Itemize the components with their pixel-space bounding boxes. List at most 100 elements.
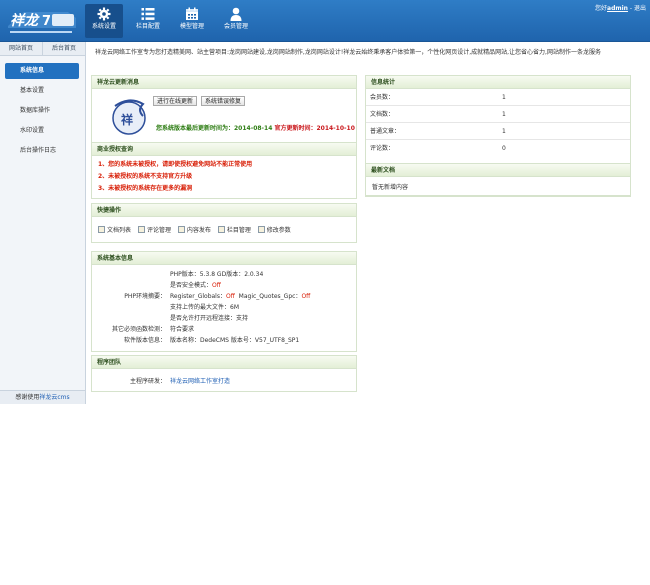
footer-link[interactable]: 祥龙云cms (39, 394, 69, 401)
stats-value: 1 (502, 94, 506, 101)
auth-warning-1: 1、您的系统未被授权，请即使授权避免网站不能正常使用 (98, 161, 253, 168)
quick-comment-manage[interactable]: 评论管理 (137, 225, 171, 234)
sidebar-item-database[interactable]: 数据库操作 (5, 103, 79, 119)
comment-icon (137, 226, 145, 233)
stats-row-articles: 普通文章： 1 (366, 123, 630, 140)
quick-ops-panel: 快捷操作 文档列表 评论管理 内容发布 栏目管理 修改参数 (91, 203, 357, 243)
nav-member-manage[interactable]: 会员管理 (217, 4, 255, 38)
auth-panel: 商业授权查询 1、您的系统未被授权，请即使授权避免网站不能正常使用 2、未被授权… (91, 142, 357, 199)
sidebar-item-admin-log[interactable]: 后台操作日志 (5, 143, 79, 159)
magic-label: Magic_Quotes_Gpc： (238, 293, 302, 300)
user-greeting: 您好admin - 退出 (595, 3, 646, 12)
settings-icon (257, 226, 265, 233)
tab-admin-home[interactable]: 后台首页 (43, 42, 85, 55)
folder-icon (217, 226, 225, 233)
quick-params[interactable]: 修改参数 (257, 225, 291, 234)
sidebar-item-basic-settings[interactable]: 基本设置 (5, 83, 79, 99)
quick-content-publish[interactable]: 内容发布 (177, 225, 211, 234)
nav-model-manage[interactable]: 模型管理 (173, 4, 211, 38)
user-icon (230, 7, 242, 21)
nav-column-config[interactable]: 栏目配置 (129, 4, 167, 38)
greeting-prefix: 您好 (595, 5, 608, 12)
stats-label: 普通文章： (370, 128, 401, 135)
gear-icon (97, 7, 111, 21)
quick-label: 内容发布 (186, 227, 211, 234)
env-label: PHP环境摘要： (124, 293, 166, 300)
env-row: Register_Globals：Off Magic_Quotes_Gpc：Of… (170, 291, 356, 302)
stats-row-members: 会员数： 1 (366, 89, 630, 106)
remote-connect: 是否允许打开远程连接：支持 (170, 315, 249, 322)
stats-value: 1 (502, 128, 506, 135)
username-link[interactable]: admin (607, 5, 628, 12)
document-icon (98, 226, 105, 233)
stats-row-docs: 文档数： 1 (366, 106, 630, 123)
quick-column-manage[interactable]: 栏目管理 (217, 225, 251, 234)
software-label: 软件版本信息： (123, 337, 166, 344)
update-buttons: 进行在线更新 系统错误修复 (153, 96, 247, 106)
svg-text:祥龙: 祥龙 (10, 12, 40, 29)
online-update-button[interactable]: 进行在线更新 (153, 96, 198, 106)
dev-label: 主程序研发： (129, 378, 166, 385)
site-logo[interactable]: 祥龙 7 (4, 4, 82, 38)
repair-button[interactable]: 系统错误修复 (200, 96, 245, 106)
latest-docs-panel: 最新文档 暂无新增内容 (365, 163, 631, 196)
safe-mode-value: Off (212, 282, 221, 289)
dragon-logo-icon: 祥 (112, 99, 146, 135)
version-info: 您系统版本最后更新时间为：2014-08-14 官方更新时间：2014-10-1… (156, 123, 355, 132)
list-icon (141, 8, 155, 20)
quick-label: 栏目管理 (226, 227, 251, 234)
calendar-icon (186, 7, 198, 20)
php-version: PHP版本：5.3.8 GD版本：2.0.34 (170, 271, 264, 278)
update-panel-title: 祥龙云更新消息 (92, 76, 356, 89)
sidebar-footer: 感谢使用祥龙云cms (0, 390, 85, 404)
sidebar-item-watermark[interactable]: 水印设置 (5, 123, 79, 139)
svg-text:祥: 祥 (121, 112, 133, 127)
quick-label: 修改参数 (266, 227, 291, 234)
stats-label: 评论数： (370, 145, 395, 152)
main-content: 祥龙云网络工作室专为您打造精美网、站主营项目:龙岗网站建设,龙岗网站制作,龙岗网… (86, 42, 650, 404)
latest-docs-title: 最新文档 (366, 164, 630, 177)
auth-warning-2: 2、未被授权的系统不支持官方升级 (98, 173, 193, 180)
edit-icon (177, 226, 185, 233)
svg-text:7: 7 (42, 14, 51, 29)
auth-warning-3: 3、未被授权的系统存在更多的漏洞 (98, 185, 193, 192)
dev-value[interactable]: 祥龙云网络工作室打造 (170, 376, 356, 387)
team-table: 主程序研发： 祥龙云网络工作室打造 (92, 376, 356, 387)
quick-label: 文档列表 (107, 227, 132, 234)
magic-value: Off (301, 293, 311, 300)
nav-system-settings[interactable]: 系统设置 (85, 4, 123, 38)
stats-value: 1 (502, 111, 506, 118)
sidebar-menu: 系统信息 基本设置 数据库操作 水印设置 后台操作日志 (0, 56, 85, 159)
quick-doc-list[interactable]: 文档列表 (98, 225, 131, 234)
auth-panel-title: 商业授权查询 (92, 143, 356, 156)
safe-mode-row: 是否安全模式：Off (170, 280, 356, 291)
version-text: 您系统版本最后更新时间为：2014-08-14 (156, 125, 273, 132)
sysinfo-table: PHP版本：5.3.8 GD版本：2.0.34 是否安全模式：Off PHP环境… (92, 269, 356, 346)
other-func-label: 其它必须函数检测： (111, 326, 166, 333)
nav-label: 栏目配置 (135, 23, 160, 30)
upload-size: 支持上传的最大文件：6M (170, 304, 239, 311)
stats-value: 0 (502, 145, 506, 152)
quick-ops-title: 快捷操作 (92, 204, 356, 217)
separator: - (629, 5, 633, 12)
tab-site-home[interactable]: 网站首页 (0, 42, 43, 55)
top-header: 祥龙 7 系统设置 栏目配置 模型管理 会员管理 您好admin - 退出 (0, 0, 650, 42)
sidebar: 网站首页 后台首页 系统信息 基本设置 数据库操作 水印设置 后台操作日志 感谢… (0, 42, 86, 404)
official-update-text: 官方更新时间：2014-10-10 (274, 125, 355, 132)
sidebar-item-system-info[interactable]: 系统信息 (5, 63, 79, 79)
nav-label: 模型管理 (179, 23, 204, 30)
latest-docs-empty: 暂无新增内容 (372, 184, 409, 191)
software-value: 版本名称：DedeCMS 版本号：V57_UTF8_SP1 (170, 337, 300, 344)
team-panel: 程序团队 主程序研发： 祥龙云网络工作室打造 (91, 355, 357, 392)
stats-label: 文档数： (370, 111, 395, 118)
stats-title: 信息统计 (366, 76, 630, 89)
logout-link[interactable]: 退出 (634, 5, 646, 12)
globals-label: Register_Globals： (170, 293, 226, 300)
nav-label: 会员管理 (223, 23, 248, 30)
sidebar-tabs: 网站首页 后台首页 (0, 42, 85, 56)
stats-label: 会员数： (370, 94, 395, 101)
footer-prefix: 感谢使用 (15, 394, 40, 401)
safe-mode-label: 是否安全模式： (170, 282, 213, 289)
team-title: 程序团队 (92, 356, 356, 369)
sysinfo-panel: 系统基本信息 PHP版本：5.3.8 GD版本：2.0.34 是否安全模式：Of… (91, 251, 357, 352)
